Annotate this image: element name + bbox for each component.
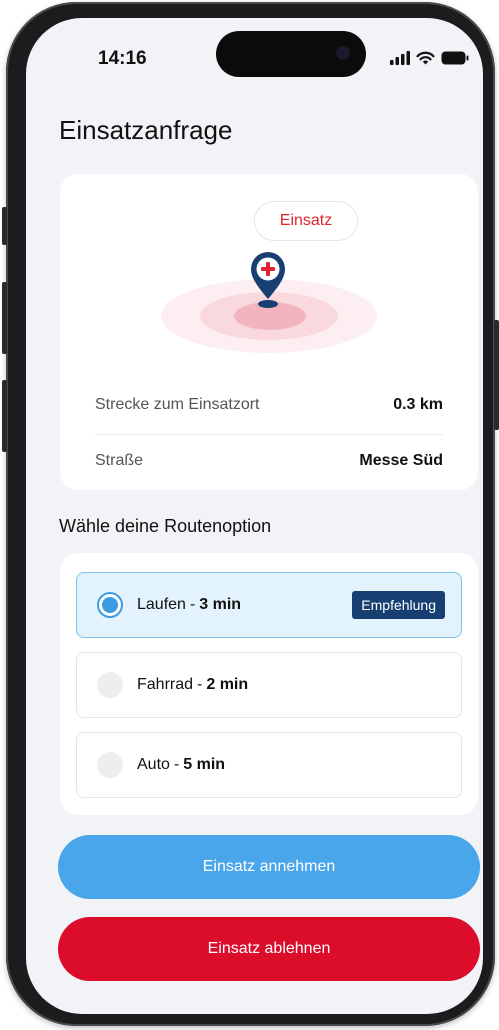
location-pin-icon [251,252,285,308]
route-option-time: 3 min [199,596,242,613]
street-label: Straße [95,452,144,469]
phone-frame: 14:16 Einsatzanfrage Einsatz Strecke zum… [2,2,499,1026]
battery-icon [441,51,469,65]
route-option-time: 5 min [183,756,226,773]
route-option-separator: - [173,756,180,773]
incident-badge: Einsatz [254,201,358,241]
route-section-title: Wähle deine Routenoption [59,516,272,536]
side-button-power [494,320,499,430]
route-option-mode: Fahrrad [137,676,194,693]
status-time: 14:16 [98,48,147,69]
radio-button[interactable] [97,672,123,698]
dynamic-island [216,31,366,77]
radio-button-selected[interactable] [97,592,123,618]
wifi-icon [416,51,435,65]
page-title: Einsatzanfrage [59,115,233,145]
route-option-bike[interactable]: Fahrrad -2 min [76,652,462,718]
camera-icon [336,46,350,60]
phone-screen: 14:16 Einsatzanfrage Einsatz Strecke zum… [26,18,483,1014]
accept-button[interactable]: Einsatz annehmen [58,835,480,899]
route-option-separator: - [197,676,203,693]
route-option-label: Auto -5 min [137,756,225,774]
decline-button[interactable]: Einsatz ablehnen [58,917,480,981]
street-row: Straße Messe Süd [95,452,443,470]
route-options-card: Laufen -3 min Empfehlung Fahrrad -2 min Au… [60,553,478,815]
route-option-time: 2 min [206,676,249,693]
route-option-car[interactable]: Auto -5 min [76,732,462,798]
route-option-label: Fahrrad -2 min [137,676,248,694]
route-option-label: Laufen -3 min [137,596,241,614]
side-button-volume-up [2,282,7,354]
incident-card: Einsatz Strecke zum Einsatzort 0.3 km St… [60,174,478,490]
side-button-action [2,207,7,245]
route-option-mode: Laufen [137,596,186,613]
distance-row: Strecke zum Einsatzort 0.3 km [95,396,443,414]
recommendation-badge: Empfehlung [352,591,445,619]
route-option-walk[interactable]: Laufen -3 min Empfehlung [76,572,462,638]
route-option-separator: - [189,596,196,613]
info-divider [95,434,443,435]
status-icons [390,51,469,65]
side-button-volume-down [2,380,7,452]
distance-label: Strecke zum Einsatzort [95,396,260,413]
street-value: Messe Süd [359,452,443,469]
radio-button[interactable] [97,752,123,778]
route-option-mode: Auto [137,756,170,773]
distance-value: 0.3 km [393,396,443,413]
signal-icon [390,51,410,65]
